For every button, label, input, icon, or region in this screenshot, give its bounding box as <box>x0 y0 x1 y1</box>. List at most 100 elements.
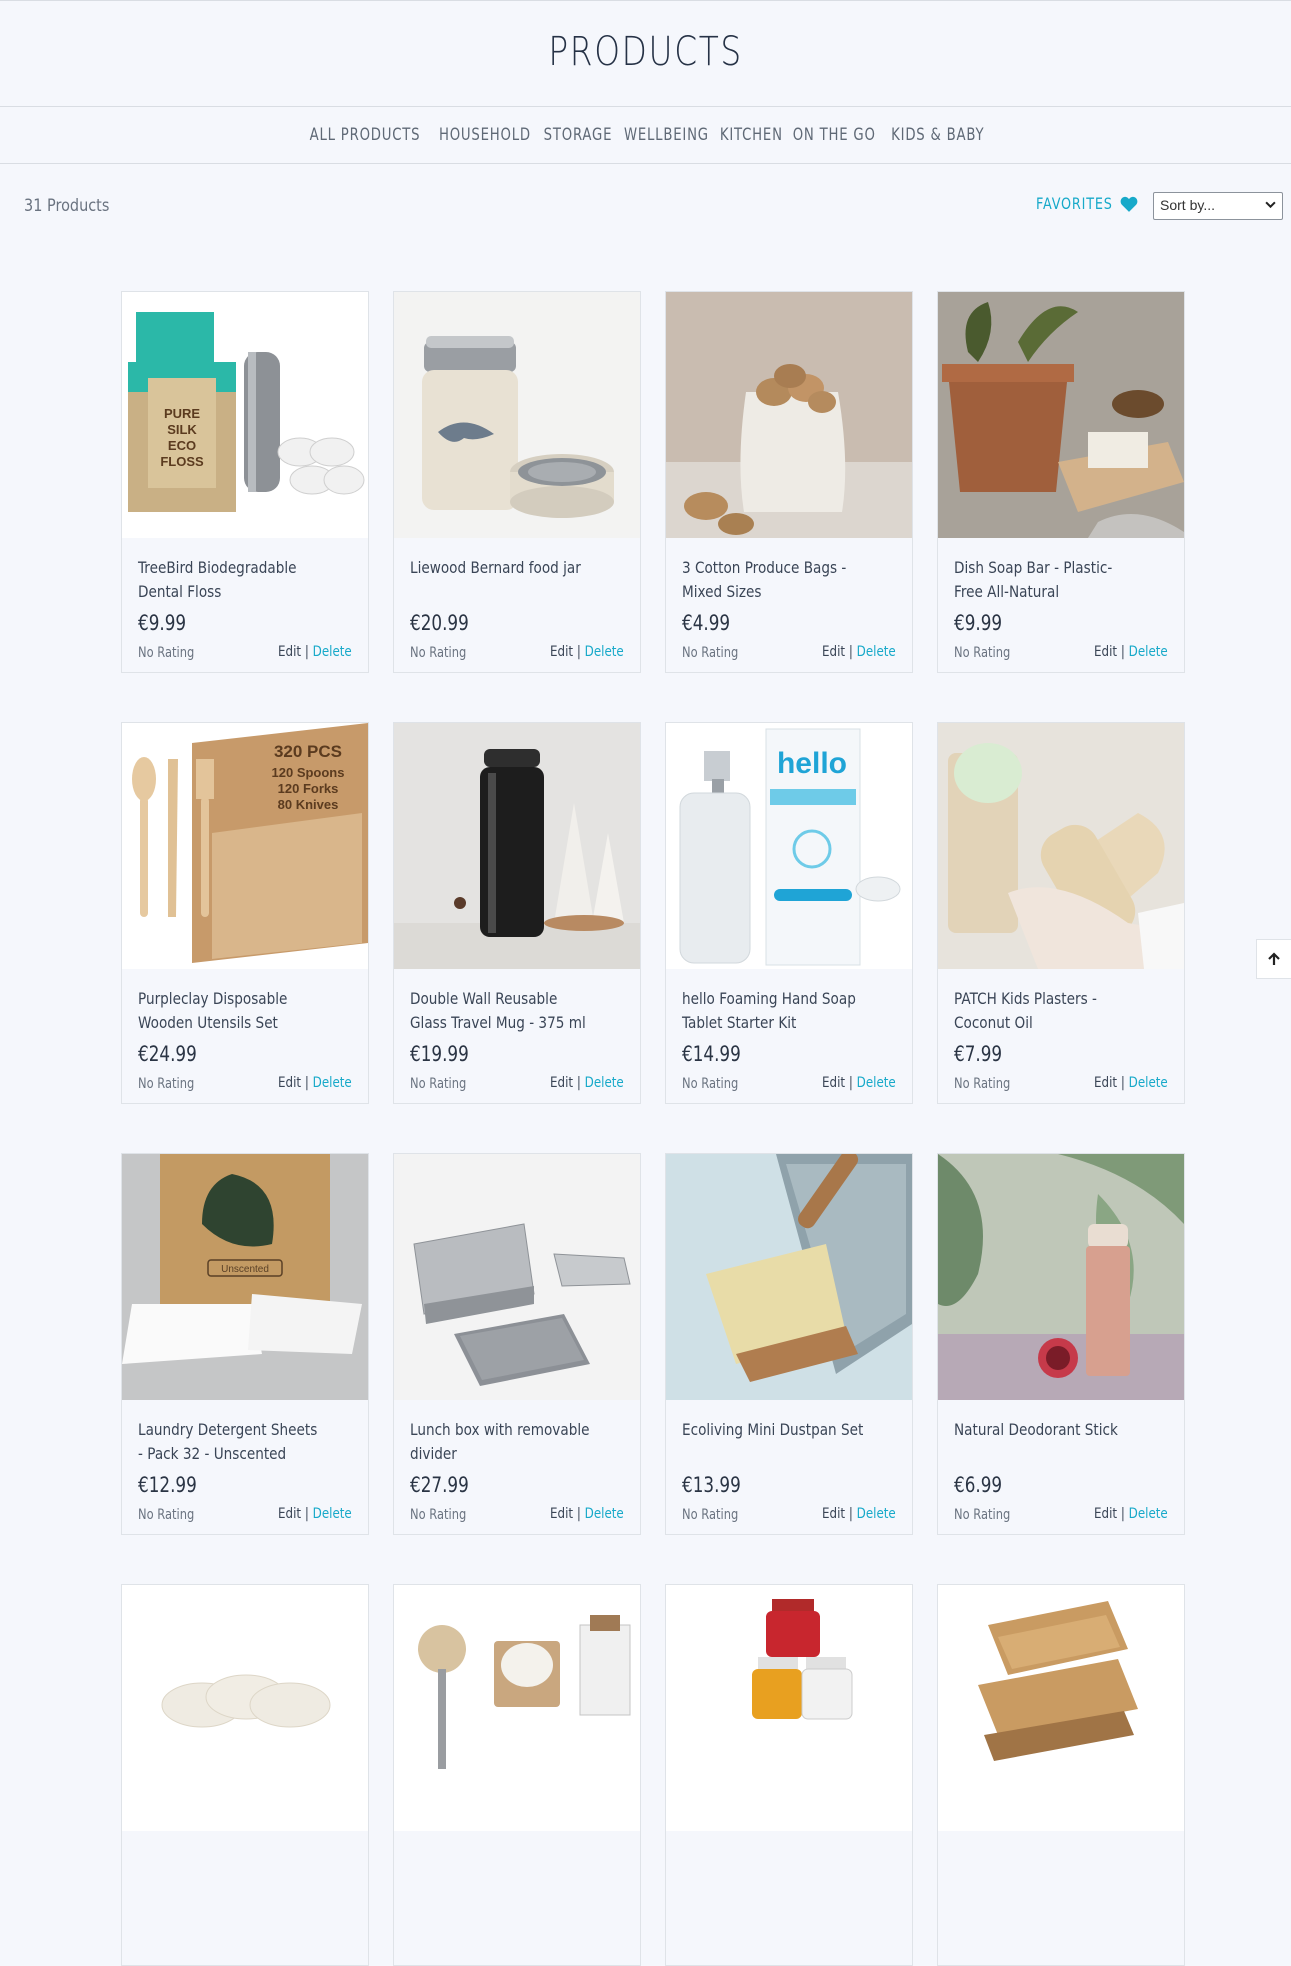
product-name[interactable]: Purpleclay Disposable Wooden Utensils Se… <box>138 987 325 1035</box>
nav-wellbeing[interactable]: WELLBEING <box>624 125 709 145</box>
product-image-wooden-utensils[interactable]: 320 PCS 120 Spoons 120 Forks 80 Knives <box>122 723 368 969</box>
product-card <box>937 1584 1185 1966</box>
svg-text:320 PCS: 320 PCS <box>274 742 342 761</box>
product-name[interactable]: PATCH Kids Plasters - Coconut Oil <box>954 987 1141 1035</box>
svg-text:FLOSS: FLOSS <box>160 454 204 469</box>
separator: | <box>1121 1506 1126 1522</box>
separator: | <box>1121 644 1126 660</box>
toolbar: 31 Products FAVORITES Sort by... <box>0 164 1291 252</box>
product-image-travel-mug[interactable] <box>394 723 640 969</box>
chevron-down-icon <box>1265 199 1276 213</box>
product-image-lunch-box[interactable] <box>394 1154 640 1400</box>
product-image-laundry-sheets[interactable]: Unscented <box>122 1154 368 1400</box>
edit-link[interactable]: Edit <box>1094 644 1117 660</box>
nav-all-products[interactable]: ALL PRODUCTS <box>310 125 421 145</box>
card-actions: Edit | Delete <box>278 1506 352 1522</box>
product-name[interactable]: Dish Soap Bar - Plastic-Free All-Natural <box>954 556 1141 604</box>
product-name[interactable]: Natural Deodorant Stick <box>954 1418 1141 1442</box>
sort-selected-value: Sort by... <box>1160 197 1215 213</box>
product-card: Dish Soap Bar - Plastic-Free All-Natural… <box>937 291 1185 673</box>
sort-select[interactable]: Sort by... <box>1153 192 1283 220</box>
delete-link[interactable]: Delete <box>585 1506 624 1522</box>
delete-link[interactable]: Delete <box>1129 1075 1168 1091</box>
product-name[interactable]: Double Wall Reusable Glass Travel Mug - … <box>410 987 597 1035</box>
product-card: Ecoliving Mini Dustpan Set €13.99 No Rat… <box>665 1153 913 1535</box>
category-nav: ALL PRODUCTS HOUSEHOLD STORAGE WELLBEING… <box>0 107 1291 164</box>
separator: | <box>849 1506 854 1522</box>
delete-link[interactable]: Delete <box>585 1075 624 1091</box>
delete-link[interactable]: Delete <box>857 1506 896 1522</box>
edit-link[interactable]: Edit <box>1094 1075 1117 1091</box>
product-image-cotton-pads[interactable] <box>122 1585 368 1831</box>
product-image-deodorant[interactable] <box>938 1154 1184 1400</box>
nav-storage[interactable]: STORAGE <box>543 125 612 145</box>
nav-on-the-go[interactable]: ON THE GO <box>793 125 876 145</box>
product-price: €4.99 <box>682 611 731 635</box>
separator: | <box>577 644 582 660</box>
product-image-produce-bags[interactable] <box>666 292 912 538</box>
delete-link[interactable]: Delete <box>1129 1506 1168 1522</box>
product-image-dish-soap[interactable] <box>938 292 1184 538</box>
product-name[interactable]: hello Foaming Hand Soap Tablet Starter K… <box>682 987 869 1035</box>
edit-link[interactable]: Edit <box>278 1075 301 1091</box>
product-card: PATCH Kids Plasters - Coconut Oil €7.99 … <box>937 722 1185 1104</box>
delete-link[interactable]: Delete <box>313 1506 352 1522</box>
scroll-to-top-button[interactable] <box>1256 939 1291 979</box>
product-rating: No Rating <box>954 1076 1011 1092</box>
product-count: 31 Products <box>24 196 110 216</box>
delete-link[interactable]: Delete <box>1129 644 1168 660</box>
product-name[interactable]: Lunch box with removable divider <box>410 1418 597 1466</box>
favorites-link[interactable]: FAVORITES <box>1036 194 1138 213</box>
edit-link[interactable]: Edit <box>550 644 573 660</box>
card-actions: Edit | Delete <box>822 1075 896 1091</box>
product-image-dental-floss[interactable]: PURE SILK ECO FLOSS <box>122 292 368 538</box>
nav-kitchen[interactable]: KITCHEN <box>719 125 782 145</box>
product-name[interactable]: Ecoliving Mini Dustpan Set <box>682 1418 869 1442</box>
product-name[interactable]: Liewood Bernard food jar <box>410 556 597 580</box>
product-rating: No Rating <box>682 1507 739 1523</box>
product-card <box>665 1584 913 1966</box>
edit-link[interactable]: Edit <box>550 1506 573 1522</box>
page-title: PRODUCTS <box>548 28 743 75</box>
edit-link[interactable]: Edit <box>822 1075 845 1091</box>
product-image-hand-soap[interactable]: hello <box>666 723 912 969</box>
product-image-plasters[interactable] <box>938 723 1184 969</box>
separator: | <box>305 1075 310 1091</box>
svg-text:PURE: PURE <box>164 406 200 421</box>
edit-link[interactable]: Edit <box>278 1506 301 1522</box>
product-name[interactable]: Laundry Detergent Sheets - Pack 32 - Uns… <box>138 1418 325 1466</box>
edit-link[interactable]: Edit <box>822 1506 845 1522</box>
edit-link[interactable]: Edit <box>278 644 301 660</box>
delete-link[interactable]: Delete <box>585 644 624 660</box>
product-grid: PURE SILK ECO FLOSS TreeBird Biodegradab… <box>121 291 1185 1966</box>
svg-text:120 Spoons: 120 Spoons <box>272 765 345 780</box>
edit-link[interactable]: Edit <box>1094 1506 1117 1522</box>
page-header: PRODUCTS <box>0 1 1291 107</box>
product-card: Lunch box with removable divider €27.99 … <box>393 1153 641 1535</box>
product-name[interactable]: 3 Cotton Produce Bags - Mixed Sizes <box>682 556 869 604</box>
delete-link[interactable]: Delete <box>313 644 352 660</box>
svg-text:120 Forks: 120 Forks <box>278 781 339 796</box>
product-price: €7.99 <box>954 1042 1003 1066</box>
product-image-food-jar[interactable] <box>394 292 640 538</box>
separator: | <box>849 644 854 660</box>
card-actions: Edit | Delete <box>822 1506 896 1522</box>
nav-household[interactable]: HOUSEHOLD <box>439 125 531 145</box>
product-price: €13.99 <box>682 1473 741 1497</box>
card-actions: Edit | Delete <box>822 644 896 660</box>
delete-link[interactable]: Delete <box>857 1075 896 1091</box>
product-price: €20.99 <box>410 611 469 635</box>
delete-link[interactable]: Delete <box>857 644 896 660</box>
product-card: PURE SILK ECO FLOSS TreeBird Biodegradab… <box>121 291 369 673</box>
delete-link[interactable]: Delete <box>313 1075 352 1091</box>
product-image-dustpan[interactable] <box>666 1154 912 1400</box>
nav-kids-baby[interactable]: KIDS & BABY <box>891 125 984 145</box>
edit-link[interactable]: Edit <box>550 1075 573 1091</box>
edit-link[interactable]: Edit <box>822 644 845 660</box>
product-image-brush-set[interactable] <box>394 1585 640 1831</box>
product-rating: No Rating <box>410 1076 467 1092</box>
product-image-jars[interactable] <box>666 1585 912 1831</box>
product-name[interactable]: TreeBird Biodegradable Dental Floss <box>138 556 325 604</box>
product-image-storage-containers[interactable] <box>938 1585 1184 1831</box>
product-price: €27.99 <box>410 1473 469 1497</box>
